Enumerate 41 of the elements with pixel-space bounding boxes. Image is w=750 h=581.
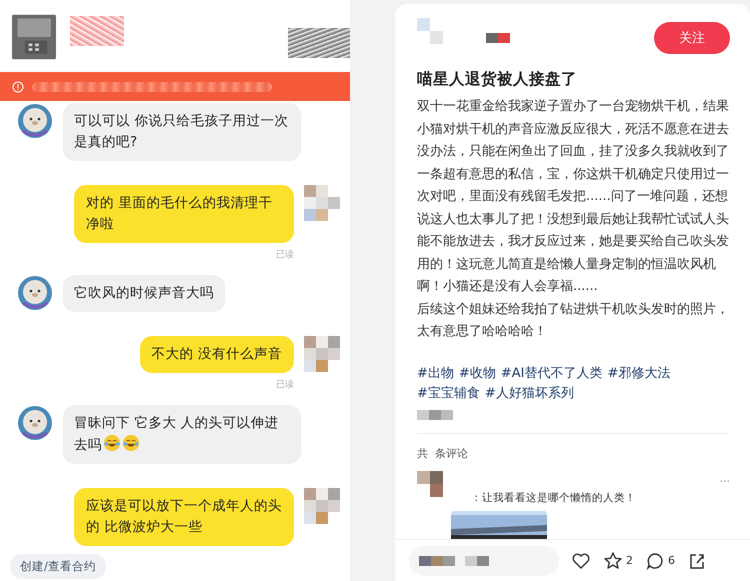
seal-avatar xyxy=(17,405,53,441)
action-count: 6 xyxy=(668,554,675,568)
message-bubble: 可以可以 你说只给毛孩子用过一次是真的吧? xyxy=(63,103,301,161)
info-icon xyxy=(12,80,24,92)
comment-text: ：让我看看这是哪个懒惰的人类！ xyxy=(470,491,636,506)
follow-button[interactable]: 关注 xyxy=(654,22,730,54)
pixelated-avatar xyxy=(304,185,340,221)
heart-icon[interactable] xyxy=(571,550,591,571)
message-bubble: 对的 里面的毛什么的我清理干净啦 xyxy=(74,185,294,243)
post-paragraph: 后续这个姐妹还给我拍了钻进烘干机吹头发时的照片，太有意思了哈哈哈哈！ xyxy=(417,300,730,342)
redacted-label xyxy=(288,28,350,58)
pixelated-avatar xyxy=(417,471,443,498)
star-icon[interactable] xyxy=(603,550,623,571)
hashtag-link[interactable]: #人好猫坏系列 xyxy=(484,384,574,404)
message-bubble: 它吹风的时候声音大吗 xyxy=(63,275,225,312)
pixelated-date xyxy=(417,410,453,420)
seal-avatar xyxy=(17,275,53,311)
hashtag-link[interactable]: #宝宝辅食 xyxy=(417,384,480,404)
redacted-name xyxy=(70,16,124,46)
hashtag-link[interactable]: #出物 xyxy=(417,364,454,384)
comment-icon[interactable] xyxy=(645,550,665,571)
pixelated-username xyxy=(486,32,510,43)
message-bubble: 应该是可以放下一个成年人的头的 比微波炉大一些 xyxy=(74,488,294,546)
laughing-emoji-icon xyxy=(103,434,121,452)
message-bubble: 冒昧问下 它多大 人的头可以伸进去吗 xyxy=(63,405,301,464)
hashtag-link[interactable]: #收物 xyxy=(458,364,496,384)
action-count: 2 xyxy=(626,554,633,568)
contract-button[interactable]: 创建/查看合约 xyxy=(10,554,106,579)
pixelated-avatar xyxy=(304,336,340,372)
comments-count: 共 条评论 xyxy=(417,446,469,462)
laughing-emoji-icon xyxy=(122,434,140,452)
message-bubble: 不大的 没有什么声音 xyxy=(140,336,294,373)
comment-input-field[interactable] xyxy=(409,546,559,576)
hashtag-link[interactable]: #AI替代不了人类 xyxy=(500,364,602,384)
hashtag-link[interactable]: #邪修大法 xyxy=(607,364,670,384)
post-paragraph: 双十一花重金给我家逆子置办了一台宠物烘干机，结果小猫对烘干机的声音应激反应很大，死活不愿意在进去没办法，只能在闲鱼出了回血，挂了没多久我就收到了一条超有意思的私信，宝，你这烘干机确定只使用过一次对吧，里面没有残留毛发把......问了一堆问题，还想说这人也太事儿了把！没想到最后她让我帮忙试试人头能不能放进去，我才反应过来，她是要买给自己吹头发用的！这玩意儿简直是给懒人量身定制的恒温吹风机啊！小猫还是没有人会享福...... xyxy=(417,98,730,296)
post-title: 喵星人退货被人接盘了 xyxy=(417,69,578,90)
read-receipt: 已读 xyxy=(276,378,294,391)
read-receipt: 已读 xyxy=(276,248,294,261)
pixelated-avatar xyxy=(304,488,340,524)
seal-avatar xyxy=(17,103,53,139)
